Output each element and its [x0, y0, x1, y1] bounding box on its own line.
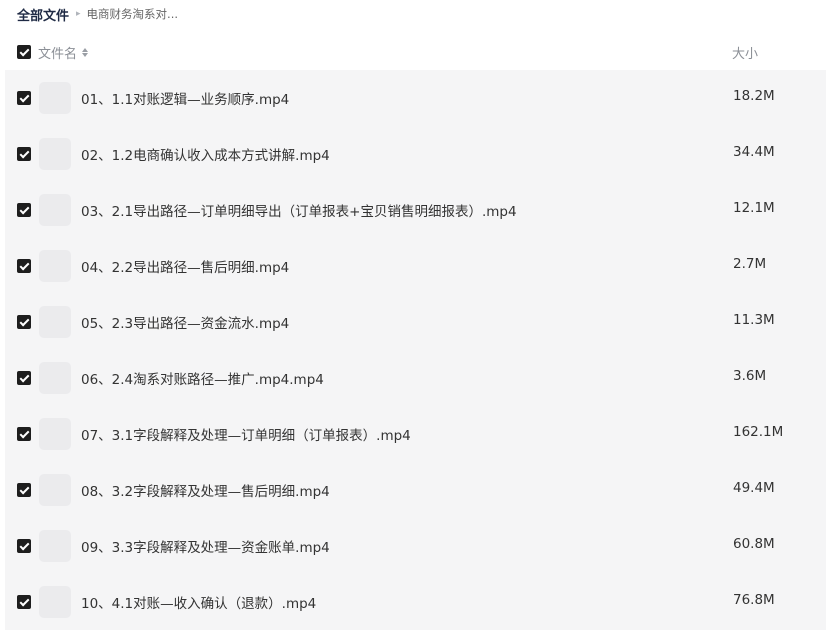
file-size: 11.3M	[733, 312, 775, 328]
file-name[interactable]: 08、3.2字段解释及处理—售后明细.mp4	[81, 480, 330, 500]
file-name[interactable]: 02、1.2电商确认收入成本方式讲解.mp4	[81, 144, 330, 164]
file-size: 12.1M	[733, 200, 775, 216]
file-row[interactable]: 08、3.2字段解释及处理—售后明细.mp4 49.4M	[5, 462, 826, 518]
file-size: 76.8M	[733, 592, 775, 608]
file-row[interactable]: 05、2.3导出路径—资金流水.mp4 11.3M	[5, 294, 826, 350]
file-list-header: 文件名 大小	[17, 42, 817, 64]
sort-icon[interactable]	[82, 48, 89, 57]
file-checkbox[interactable]	[17, 539, 31, 553]
breadcrumb-root-link[interactable]: 全部文件	[17, 5, 69, 24]
video-file-icon	[39, 530, 71, 562]
column-header-name-label: 文件名	[38, 47, 78, 62]
file-checkbox[interactable]	[17, 259, 31, 273]
file-row[interactable]: 03、2.1导出路径—订单明细导出（订单报表+宝贝销售明细报表）.mp4 12.1…	[5, 182, 826, 238]
file-list: 01、1.1对账逻辑—业务顺序.mp4 18.2M 02、1.2电商确认收入成本方式…	[5, 70, 826, 630]
file-name[interactable]: 07、3.1字段解释及处理—订单明细（订单报表）.mp4	[81, 424, 411, 444]
breadcrumb-separator-icon: ▸	[76, 9, 81, 19]
video-file-icon	[39, 306, 71, 338]
file-size: 2.7M	[733, 256, 767, 272]
file-size: 162.1M	[733, 424, 784, 440]
file-checkbox[interactable]	[17, 91, 31, 105]
file-size: 49.4M	[733, 480, 775, 496]
file-name[interactable]: 05、2.3导出路径—资金流水.mp4	[81, 312, 289, 332]
file-checkbox[interactable]	[17, 315, 31, 329]
video-file-icon	[39, 586, 71, 618]
file-checkbox[interactable]	[17, 147, 31, 161]
file-checkbox[interactable]	[17, 203, 31, 217]
select-all-checkbox[interactable]	[17, 45, 31, 59]
file-checkbox[interactable]	[17, 371, 31, 385]
file-size: 60.8M	[733, 536, 775, 552]
file-size: 3.6M	[733, 368, 767, 384]
file-name[interactable]: 04、2.2导出路径—售后明细.mp4	[81, 256, 289, 276]
video-file-icon	[39, 362, 71, 394]
video-file-icon	[39, 474, 71, 506]
file-row[interactable]: 07、3.1字段解释及处理—订单明细（订单报表）.mp4 162.1M	[5, 406, 826, 462]
file-size: 18.2M	[733, 88, 775, 104]
file-checkbox[interactable]	[17, 483, 31, 497]
video-file-icon	[39, 250, 71, 282]
file-row[interactable]: 04、2.2导出路径—售后明细.mp4 2.7M	[5, 238, 826, 294]
file-row[interactable]: 02、1.2电商确认收入成本方式讲解.mp4 34.4M	[5, 126, 826, 182]
video-file-icon	[39, 418, 71, 450]
column-header-name[interactable]: 文件名	[38, 43, 89, 62]
video-file-icon	[39, 194, 71, 226]
file-checkbox[interactable]	[17, 427, 31, 441]
file-row[interactable]: 01、1.1对账逻辑—业务顺序.mp4 18.2M	[5, 70, 826, 126]
file-size: 34.4M	[733, 144, 775, 160]
file-name[interactable]: 01、1.1对账逻辑—业务顺序.mp4	[81, 88, 289, 108]
column-header-size[interactable]: 大小	[732, 43, 758, 62]
file-name[interactable]: 09、3.3字段解释及处理—资金账单.mp4	[81, 536, 330, 556]
file-row[interactable]: 10、4.1对账—收入确认（退款）.mp4 76.8M	[5, 574, 826, 630]
breadcrumb: 全部文件 ▸ 电商财务淘系对...	[17, 5, 179, 24]
file-checkbox[interactable]	[17, 595, 31, 609]
file-name[interactable]: 06、2.4淘系对账路径—推广.mp4.mp4	[81, 368, 324, 388]
file-row[interactable]: 06、2.4淘系对账路径—推广.mp4.mp4 3.6M	[5, 350, 826, 406]
video-file-icon	[39, 82, 71, 114]
file-name[interactable]: 10、4.1对账—收入确认（退款）.mp4	[81, 592, 316, 612]
file-name[interactable]: 03、2.1导出路径—订单明细导出（订单报表+宝贝销售明细报表）.mp4	[81, 200, 517, 220]
file-row[interactable]: 09、3.3字段解释及处理—资金账单.mp4 60.8M	[5, 518, 826, 574]
breadcrumb-current-folder: 电商财务淘系对...	[86, 7, 179, 21]
video-file-icon	[39, 138, 71, 170]
